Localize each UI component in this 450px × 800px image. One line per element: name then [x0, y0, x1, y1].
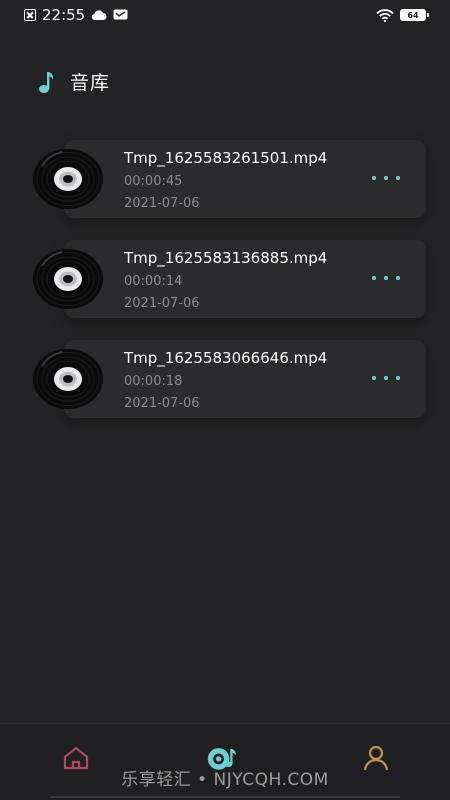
vinyl-record-icon — [33, 349, 103, 409]
track-duration: 00:00:18 — [124, 374, 183, 389]
track-name: Tmp_1625583261501.mp4 — [124, 149, 328, 167]
track-list: Tmp_1625583261501.mp4 00:00:45 2021-07-0… — [0, 140, 450, 440]
dot-icon — [396, 176, 400, 180]
bottom-nav: 乐享轻汇 • NJYCQH.COM — [0, 723, 450, 800]
track-duration: 00:00:14 — [124, 274, 183, 289]
dot-icon — [396, 276, 400, 280]
dot-icon — [384, 276, 388, 280]
track-duration: 00:00:45 — [124, 174, 183, 189]
status-bar: 22:55 64 — [0, 0, 450, 30]
home-indicator — [50, 796, 400, 798]
dot-icon — [372, 276, 376, 280]
track-info: Tmp_1625583136885.mp4 00:00:14 2021-07-0… — [124, 248, 327, 315]
track-info: Tmp_1625583261501.mp4 00:00:45 2021-07-0… — [124, 148, 327, 215]
status-left: 22:55 — [24, 6, 128, 24]
message-icon — [113, 9, 128, 19]
wifi-icon — [376, 8, 394, 22]
vinyl-record-icon — [33, 149, 103, 209]
music-note-icon — [39, 71, 54, 93]
track-date: 2021-07-06 — [124, 196, 200, 211]
track-date: 2021-07-06 — [124, 396, 200, 411]
cloud-icon — [91, 10, 107, 21]
page-header: 音库 — [38, 68, 110, 95]
dot-icon — [396, 376, 400, 380]
vinyl-record-icon — [33, 249, 103, 309]
more-options-button[interactable] — [372, 270, 400, 286]
track-name: Tmp_1625583066646.mp4 — [124, 349, 328, 367]
dot-icon — [372, 376, 376, 380]
track-date: 2021-07-06 — [124, 296, 200, 311]
dot-icon — [384, 376, 388, 380]
watermark: 乐享轻汇 • NJYCQH.COM — [121, 770, 329, 790]
notification-close-icon — [24, 9, 36, 21]
track-info: Tmp_1625583066646.mp4 00:00:18 2021-07-0… — [124, 348, 327, 415]
dot-icon — [372, 176, 376, 180]
status-time: 22:55 — [42, 6, 86, 24]
more-options-button[interactable] — [372, 370, 400, 386]
battery-icon: 64 — [400, 9, 429, 21]
status-right: 64 — [376, 8, 429, 22]
dot-icon — [384, 176, 388, 180]
track-name: Tmp_1625583136885.mp4 — [124, 249, 328, 267]
list-item[interactable]: Tmp_1625583066646.mp4 00:00:18 2021-07-0… — [0, 340, 450, 420]
screen: 22:55 64 音库 Tmp_1625583261501.mp4 00:00:… — [0, 0, 450, 800]
more-options-button[interactable] — [372, 170, 400, 186]
list-item[interactable]: Tmp_1625583136885.mp4 00:00:14 2021-07-0… — [0, 240, 450, 320]
page-title: 音库 — [70, 72, 111, 94]
list-item[interactable]: Tmp_1625583261501.mp4 00:00:45 2021-07-0… — [0, 140, 450, 220]
